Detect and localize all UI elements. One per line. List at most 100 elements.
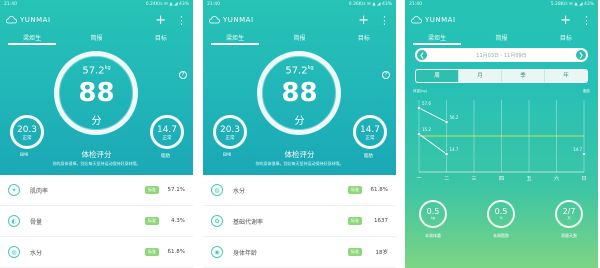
add-icon[interactable]: + (560, 14, 571, 27)
weight-data-label: 57.6 (422, 101, 431, 106)
add-icon[interactable]: + (358, 14, 369, 27)
bmi-value: 20.3 (219, 125, 241, 135)
item-label: 身体年龄 (233, 249, 258, 257)
tab-user[interactable]: 梁炬生 (203, 31, 267, 45)
tab-bar: 梁炬生 简报 目标 (0, 31, 193, 45)
weight-series-line (418, 107, 447, 123)
score-value: 88 (281, 78, 318, 108)
date-range-label: 11月03日 - 11月09日 (476, 52, 527, 59)
body-age-icon: ◉ (211, 246, 223, 258)
app-bar: YUNMAI + ⋮ (203, 9, 396, 31)
more-icon[interactable]: ⋮ (379, 15, 390, 26)
summary-fat-label: 本周脂肪 (493, 233, 509, 238)
check-title: 体检评分 (81, 150, 112, 159)
period-quarter[interactable]: 季 (501, 70, 544, 82)
status-bar: 21:40 0.36K/s ✉ ▲ ◢ 43% (203, 0, 396, 9)
brand-name: YUNMAI (223, 16, 254, 24)
brand-logo: YUNMAI (411, 16, 456, 24)
tab-goal[interactable]: 目标 (332, 31, 396, 45)
help-icon[interactable]: ? (382, 71, 390, 79)
summary-fat-value: 0.5 (494, 207, 508, 216)
status-time: 21:40 (207, 2, 220, 7)
item-value: 4.3% (171, 218, 185, 224)
phone-screen-report-2: 21:40 0.36K/s ✉ ▲ ◢ 43% YUNMAI + ⋮ 梁炬生 简… (203, 0, 396, 268)
more-icon[interactable]: ⋮ (176, 15, 187, 26)
summary-days-value: 2/7 (562, 207, 576, 216)
tab-user[interactable]: 梁炬生 (0, 31, 64, 45)
bone-icon: ◐ (8, 215, 20, 227)
status-indicators: 0.24K/s ✉ ▲ ◢ 43% (145, 2, 189, 7)
tab-goal[interactable]: 目标 (534, 31, 598, 45)
weight-value: 57.2kg (82, 65, 111, 77)
list-item[interactable]: ◍ 水分 标准 61.8% (0, 237, 193, 268)
legend-weight: 体重(kg) (413, 89, 427, 93)
status-badge: 标准 (348, 186, 362, 194)
status-badge: 标准 (145, 186, 159, 194)
prev-week-icon[interactable]: ❮ (417, 50, 427, 60)
week-summary: 0.5 kg 本周体重 0.5 % 本周脂肪 2/7 天 测量天数 (405, 200, 598, 260)
bmi-tag: 正常 (22, 136, 32, 141)
x-tick-label: 一 (416, 176, 421, 182)
tab-user[interactable]: 梁炬生 (405, 31, 469, 45)
fat-point (417, 132, 421, 136)
period-year[interactable]: 年 (544, 70, 587, 82)
brand-name: YUNMAI (20, 16, 51, 24)
list-item[interactable]: ✦ 肌肉率 标准 57.1% (0, 175, 193, 206)
status-indicators: 5.28K/s ✉ ▲ ◢ 43% (550, 2, 594, 7)
status-badge: 标准 (145, 248, 159, 256)
weight-data-label: 56.2 (450, 115, 459, 120)
fat-data-label: 15.2 (422, 127, 431, 132)
item-value: 61.8% (167, 249, 185, 255)
item-value: 18岁 (375, 250, 389, 256)
cloud-icon (411, 16, 422, 24)
item-label: 骨量 (30, 218, 43, 226)
bmi-value: 20.3 (16, 125, 38, 135)
score-value: 88 (78, 78, 115, 108)
x-tick-label: 三 (471, 176, 476, 182)
summary-weight-ring[interactable]: 0.5 kg (419, 200, 447, 228)
add-icon[interactable]: + (155, 14, 166, 27)
x-tick-label: 二 (444, 176, 449, 182)
water-icon: ◍ (211, 184, 223, 196)
period-month[interactable]: 月 (458, 70, 501, 82)
metric-list: ✦ 肌肉率 标准 57.1% ◐ 骨量 标准 4.3% ◍ 水分 标准 61.8… (0, 175, 193, 268)
muscle-icon: ✦ (8, 184, 20, 196)
summary-days-ring[interactable]: 2/7 天 (555, 200, 583, 228)
list-item[interactable]: ✿ 基础代谢率 标准 1637 (203, 206, 396, 237)
list-item[interactable]: ◐ 骨量 标准 4.3% (0, 206, 193, 237)
status-bar: 21:40 0.24K/s ✉ ▲ ◢ 43% (0, 0, 193, 9)
tab-goal[interactable]: 目标 (129, 31, 193, 45)
water-icon: ◍ (8, 246, 20, 258)
item-value: 61.8% (370, 187, 388, 193)
summary-days-unit: 天 (567, 216, 571, 220)
fat-point (444, 152, 449, 156)
tab-brief[interactable]: 简报 (64, 31, 128, 45)
item-value: 57.1% (167, 187, 185, 193)
fat-value: 14.7 (359, 125, 381, 135)
tab-brief[interactable]: 简报 (267, 31, 331, 45)
brand-logo: YUNMAI (209, 16, 254, 24)
x-tick-label: 五 (526, 176, 531, 182)
period-week[interactable]: 周 (416, 70, 458, 82)
bmi-tag: 正常 (225, 136, 235, 141)
next-week-icon[interactable]: ❯ (576, 50, 586, 60)
more-icon[interactable]: ⋮ (581, 15, 592, 26)
fat-ring[interactable]: 14.7 正常 (353, 115, 387, 149)
help-icon[interactable]: ? (179, 71, 187, 79)
bmi-ring[interactable]: 20.3 正常 (10, 115, 44, 149)
summary-fat-ring[interactable]: 0.5 % (487, 200, 515, 228)
list-item[interactable]: ◉ 身体年龄 标准 18岁 (203, 237, 396, 268)
tab-bar: 梁炬生 简报 目标 (405, 31, 598, 45)
tab-bar: 梁炬生 简报 目标 (203, 31, 396, 45)
item-label: 肌肉率 (30, 187, 49, 195)
summary-weight-unit: kg (430, 216, 436, 220)
summary-weight-value: 0.5 (426, 207, 440, 216)
fat-ring[interactable]: 14.7 正常 (150, 115, 184, 149)
fat-tag: 正常 (365, 136, 375, 141)
list-item[interactable]: ◍ 水分 标准 61.8% (203, 175, 396, 206)
status-time: 21:40 (409, 2, 422, 7)
check-description: 你的身体很棒，别忘每天坚持运动保持好身材哦。 (52, 161, 141, 166)
metabolism-icon: ✿ (211, 215, 223, 227)
tab-brief[interactable]: 简报 (469, 31, 533, 45)
bmi-ring[interactable]: 20.3 正常 (213, 115, 247, 149)
